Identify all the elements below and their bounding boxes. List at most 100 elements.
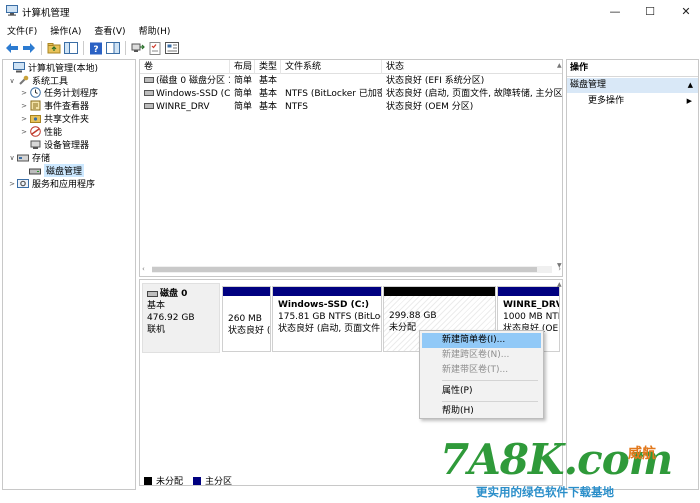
tree-item-root[interactable]: 计算机管理(本地) [3,61,98,74]
menu-file[interactable]: 文件(F) [0,22,43,38]
more-actions-item[interactable]: 更多操作 ▶ [567,93,698,109]
tree-item-label: 存储 [32,154,51,164]
filesystem-cell: NTFS [285,102,308,112]
tools-icon [17,75,29,86]
partition-status: 状态良好 ( [228,326,270,336]
chevron-right-icon[interactable]: > [19,102,29,110]
chevron-down-icon[interactable]: ∨ [7,77,17,85]
properties-icon[interactable] [164,40,180,56]
horizontal-scrollbar[interactable]: ‹ › [140,264,562,276]
actions-pane: 操作 磁盘管理 ▲ 更多操作 ▶ [566,59,699,490]
chevron-right-icon[interactable]: > [7,180,17,188]
tree-item-task-scheduler[interactable]: > 任务计划程序 [19,86,98,99]
tree-item-shared-folders[interactable]: > 共享文件夹 [19,112,89,126]
disk-size: 476.92 GB [147,313,195,323]
actions-section-label: 磁盘管理 [570,80,607,90]
disk-drive-icon [147,291,158,297]
watermark: 7A8K.com 威航 更实用的绿色软件下载基地 [440,438,700,503]
menu-view[interactable]: 查看(V) [87,22,131,38]
table-row[interactable]: WINRE_DRV 简单 基本 NTFS 状态良好 (OEM 分区) [140,101,562,113]
column-header-status[interactable]: 状态 [382,60,562,74]
performance-icon [29,126,41,137]
chevron-right-icon[interactable]: > [19,89,29,97]
computer-management-icon [6,5,18,16]
tree-item-device-manager[interactable]: 设备管理器 [19,138,89,151]
partition-size: 175.81 GB NTFS (BitLocke [278,312,381,322]
partition-title: WINRE_DRV [503,300,559,310]
partition-size: 1000 MB NTFS [503,312,559,322]
scroll-up-icon[interactable]: ▲ [557,62,562,69]
folder-up-icon[interactable] [46,40,62,56]
partition-size: 260 MB [228,314,262,324]
legend: 未分配 主分区 [144,474,232,486]
partition-size: 299.88 GB [389,311,437,321]
column-header-layout[interactable]: 布局 [230,60,255,74]
tree-item-label: 事件查看器 [44,102,90,112]
volume-name: WINRE_DRV [156,102,210,112]
tree-item-services-apps[interactable]: > 服务和应用程序 [7,177,95,190]
context-menu: 新建简单卷(I)... 新建跨区卷(N)... 新建带区卷(T)... 属性(P… [419,330,544,419]
tree-item-disk-management[interactable]: 磁盘管理 [19,164,85,177]
close-button[interactable]: ✕ [668,0,700,22]
window-title: 计算机管理 [22,8,70,19]
partition-bar [498,287,559,296]
help-icon[interactable]: ? [88,40,104,56]
collapse-arrow-icon[interactable]: ▲ [688,78,693,93]
services-icon [17,178,29,189]
submenu-arrow-icon: ▶ [686,97,692,105]
disk-name: 磁盘 0 [160,289,188,299]
menu-item-new-spanned-volume[interactable]: 新建跨区卷(N)... [422,348,541,363]
tree-item-label: 设备管理器 [44,141,90,151]
column-header-type[interactable]: 类型 [255,60,281,74]
volume-cell: WINRE_DRV [140,101,230,113]
partition-windows-ssd[interactable]: Windows-SSD (C:) 175.81 GB NTFS (BitLock… [272,286,382,352]
tree-item-event-viewer[interactable]: > 事件查看器 [19,99,89,112]
menu-item-properties[interactable]: 属性(P) [422,384,541,399]
chevron-right-icon[interactable]: > [19,128,29,136]
layout-cell: 简单 [234,89,253,99]
connect-icon[interactable] [130,40,146,56]
forward-arrow-icon[interactable] [21,40,37,56]
partition-bar [273,287,381,296]
menu-separator [442,401,538,402]
menu-item-new-striped-volume[interactable]: 新建带区卷(T)... [422,363,541,378]
column-header-volume[interactable]: 卷 [140,60,230,74]
disk-info[interactable]: 磁盘 0 基本 476.92 GB 联机 [142,283,220,353]
scroll-up-icon[interactable]: ▲ [557,281,562,288]
table-row[interactable]: (磁盘 0 磁盘分区 1) 简单 基本 状态良好 (EFI 系统分区) [140,75,562,87]
watermark-slogan: 更实用的绿色软件下载基地 [476,485,614,499]
back-arrow-icon[interactable] [4,40,20,56]
legend-label: 未分配 [156,477,184,486]
menu-item-new-simple-volume[interactable]: 新建简单卷(I)... [422,333,541,348]
actions-header: 操作 [567,60,698,77]
scroll-down-icon[interactable]: ▼ [557,262,562,269]
column-header-filesystem[interactable]: 文件系统 [281,60,382,74]
scroll-left-icon[interactable]: ‹ [142,265,145,273]
layout-cell: 简单 [234,76,253,86]
toolbar: ? [0,38,700,58]
scrollbar-thumb[interactable] [152,267,537,272]
table-row[interactable]: Windows-SSD (C:) 简单 基本 NTFS (BitLocker 已… [140,88,562,100]
minimize-button[interactable]: — [597,0,633,22]
panel-icon[interactable] [105,40,121,56]
actions-section-disk-management[interactable]: 磁盘管理 ▲ [567,78,698,93]
console-tree-icon[interactable] [63,40,79,56]
partition-efi[interactable]: 260 MB 状态良好 ( [222,286,271,352]
device-manager-icon [29,139,41,150]
partition-bar [384,287,495,296]
type-cell: 基本 [259,89,278,99]
volume-cell: (磁盘 0 磁盘分区 1) [140,75,230,87]
chevron-down-icon[interactable]: ∨ [7,154,17,162]
chevron-right-icon[interactable]: > [19,115,29,123]
menu-help[interactable]: 帮助(H) [132,22,177,38]
partition-bar [223,287,270,296]
tree-item-storage[interactable]: ∨ 存储 [7,151,51,165]
checklist-icon[interactable] [147,40,163,56]
disk-type: 基本 [147,301,166,311]
menu-action[interactable]: 操作(A) [43,22,87,38]
maximize-button[interactable]: ☐ [632,0,668,22]
toolbar-separator [125,41,126,55]
tree-item-performance[interactable]: > 性能 [19,125,62,138]
menu-item-help[interactable]: 帮助(H) [422,404,541,419]
volume-icon [144,77,154,83]
